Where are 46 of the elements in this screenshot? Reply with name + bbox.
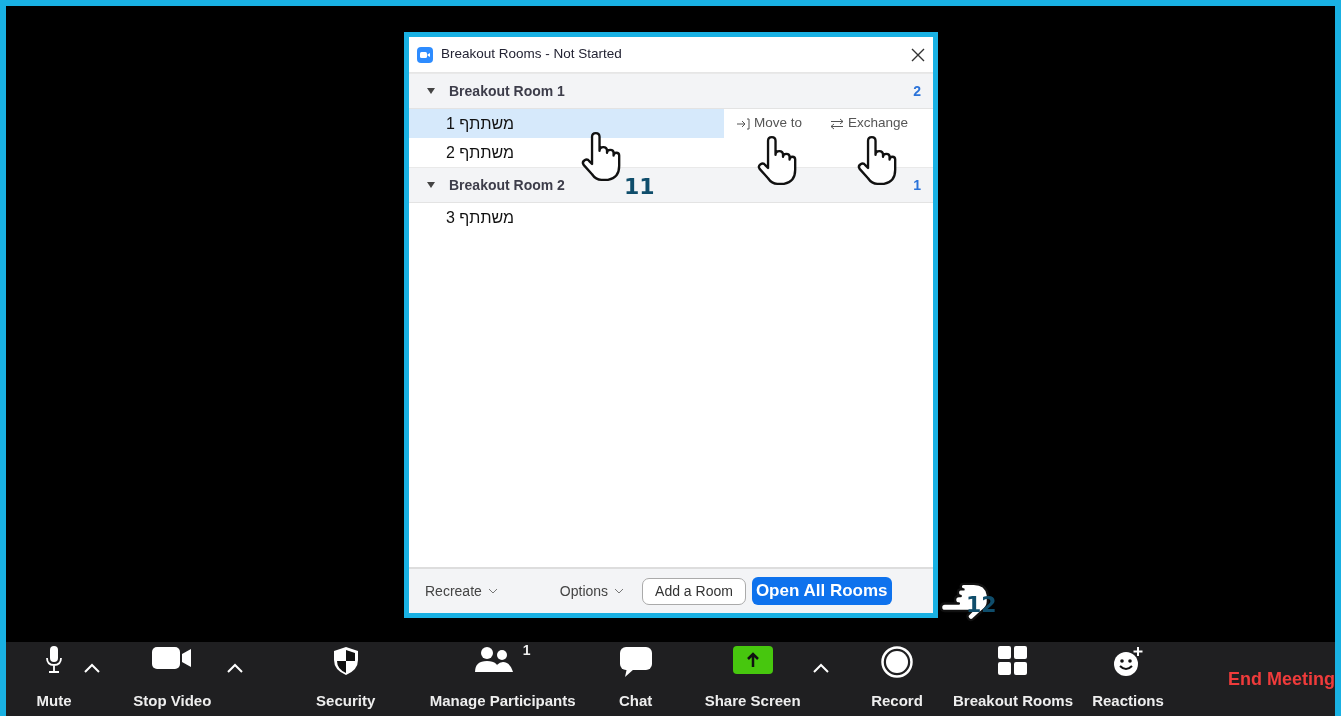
participant-row[interactable]: משתתף 1 [409, 109, 724, 138]
move-into-icon [736, 117, 750, 130]
participant-name: משתתף 1 [446, 113, 514, 134]
room-name: Breakout Room 2 [449, 175, 565, 195]
grid-icon [998, 646, 1028, 676]
participant-row[interactable]: משתתף 3 [409, 203, 724, 232]
caret-up-icon [84, 663, 100, 673]
app-logo-icon [417, 46, 433, 63]
shield-icon [331, 646, 360, 676]
swap-arrows-icon [830, 117, 845, 130]
options-dropdown[interactable]: Options [559, 580, 625, 602]
chevron-down-icon [614, 588, 625, 594]
expanded-caret-icon[interactable] [427, 182, 435, 188]
caret-up-icon [227, 663, 244, 673]
room-name: Breakout Room 1 [449, 81, 565, 101]
caret-up-icon [812, 663, 829, 673]
move-to-button[interactable]: Move to [724, 113, 803, 134]
open-all-rooms-button[interactable]: Open All Rooms [751, 577, 892, 605]
reactions-button[interactable]: Reactions [1078, 646, 1178, 712]
participant-count: 1 [913, 175, 921, 195]
smiley-plus-icon [1113, 646, 1143, 678]
people-icon [474, 646, 513, 674]
chevron-down-icon [487, 588, 498, 594]
close-icon[interactable] [911, 47, 925, 62]
participant-row[interactable]: משתתף 2 [409, 138, 724, 167]
security-button[interactable]: Security [290, 646, 401, 712]
mute-button[interactable]: Mute [24, 646, 84, 712]
video-camera-icon [152, 646, 193, 670]
end-meeting-button[interactable]: End Meeting [1228, 665, 1335, 693]
exchange-button[interactable]: Exchange [818, 113, 909, 134]
chat-button[interactable]: Chat [600, 646, 671, 712]
stop-video-button[interactable]: Stop Video [117, 646, 228, 712]
speech-bubble-icon [618, 646, 653, 678]
record-button[interactable]: Record [857, 646, 937, 712]
share-screen-button[interactable]: Share Screen [692, 646, 813, 712]
recreate-dropdown[interactable]: Recreate [425, 580, 498, 602]
participant-name: משתתף 2 [446, 142, 514, 163]
window-title: Breakout Rooms - Not Started [441, 45, 623, 64]
microphone-icon [46, 646, 62, 674]
participant-count: 2 [913, 81, 921, 101]
add-room-button[interactable]: Add a Room [642, 577, 746, 605]
participant-name: משתתף 3 [446, 207, 514, 228]
record-circle-icon [881, 646, 913, 678]
breakout-rooms-button[interactable]: Breakout Rooms [948, 646, 1078, 712]
step-number: 11 [624, 176, 655, 198]
expanded-caret-icon[interactable] [427, 88, 435, 94]
